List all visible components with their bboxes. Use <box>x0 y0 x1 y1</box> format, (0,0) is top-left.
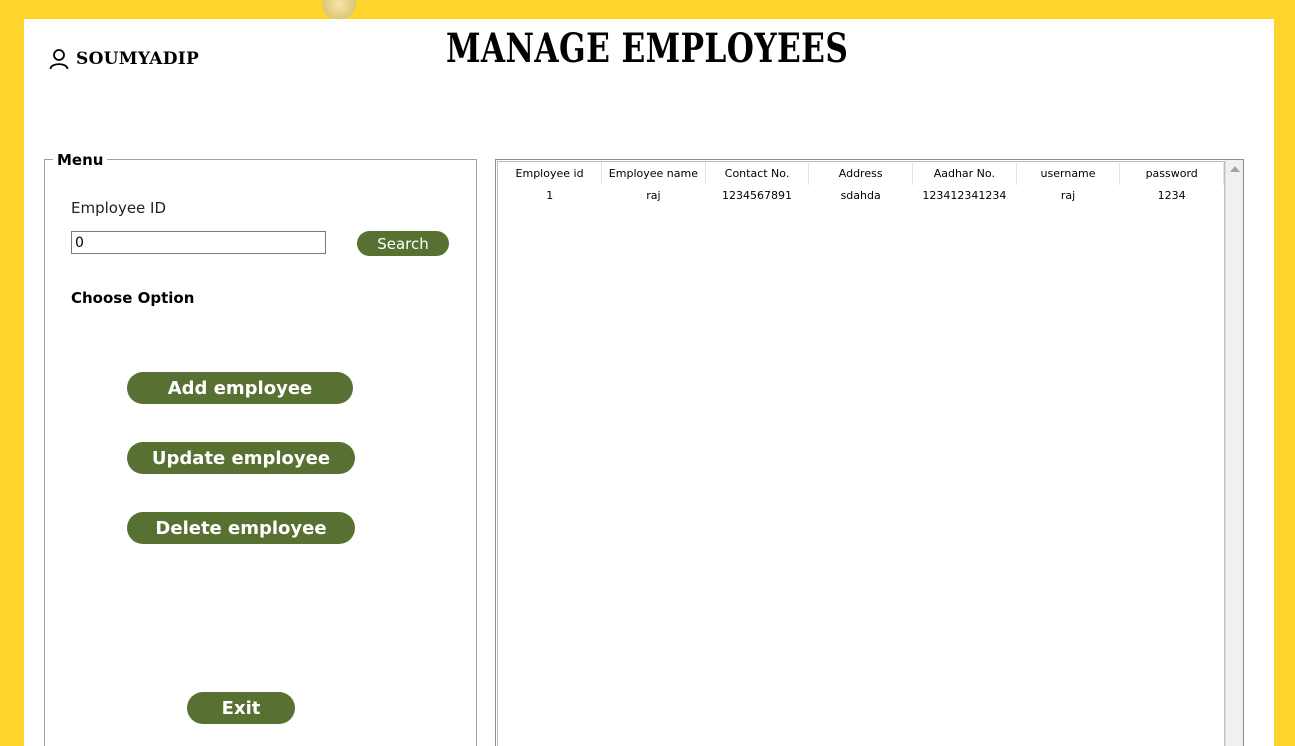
table-cell[interactable]: raj <box>602 185 706 206</box>
table-cell[interactable]: 1 <box>498 185 602 206</box>
background-decoration <box>322 0 356 20</box>
employee-table: Employee id Employee name Contact No. Ad… <box>498 162 1224 206</box>
column-header-address[interactable]: Address <box>808 162 913 185</box>
column-header-contact-no[interactable]: Contact No. <box>705 162 810 185</box>
table-cell[interactable]: sdahda <box>809 185 913 206</box>
employee-id-label: Employee ID <box>71 199 167 217</box>
table-cell[interactable]: 1234567891 <box>705 185 809 206</box>
username-label: SOUMYADIP <box>76 49 200 69</box>
table-cell[interactable]: raj <box>1016 185 1120 206</box>
search-button[interactable]: Search <box>357 231 449 256</box>
table-cell[interactable]: 123412341234 <box>912 185 1016 206</box>
table-cell[interactable]: 1234 <box>1120 185 1224 206</box>
employee-grid-viewport: Employee id Employee name Contact No. Ad… <box>497 161 1225 746</box>
vertical-scrollbar[interactable] <box>1225 160 1243 746</box>
manage-employees-window: SOUMYADIP MANAGE EMPLOYEES Menu Employee… <box>24 19 1274 746</box>
scroll-up-arrow-icon[interactable] <box>1230 166 1240 172</box>
employee-grid[interactable]: Employee id Employee name Contact No. Ad… <box>495 159 1244 746</box>
column-header-employee-id[interactable]: Employee id <box>498 162 603 185</box>
table-header-row: Employee id Employee name Contact No. Ad… <box>498 162 1224 185</box>
menu-panel: Menu Employee ID Search Choose Option Ad… <box>44 151 477 746</box>
update-employee-button[interactable]: Update employee <box>127 442 355 474</box>
choose-option-label: Choose Option <box>71 289 195 307</box>
user-icon <box>48 48 70 70</box>
column-header-username[interactable]: username <box>1016 162 1121 185</box>
page-title: MANAGE EMPLOYEES <box>446 25 849 72</box>
user-info: SOUMYADIP <box>48 47 199 71</box>
column-header-aadhar-no[interactable]: Aadhar No. <box>912 162 1017 185</box>
add-employee-button[interactable]: Add employee <box>127 372 353 404</box>
table-row[interactable]: 1 raj 1234567891 sdahda 123412341234 raj… <box>498 185 1224 206</box>
employee-id-input[interactable] <box>71 231 326 254</box>
menu-legend: Menu <box>53 151 108 169</box>
column-header-employee-name[interactable]: Employee name <box>601 162 706 185</box>
exit-button[interactable]: Exit <box>187 692 295 724</box>
delete-employee-button[interactable]: Delete employee <box>127 512 355 544</box>
column-header-password[interactable]: password <box>1119 162 1224 185</box>
